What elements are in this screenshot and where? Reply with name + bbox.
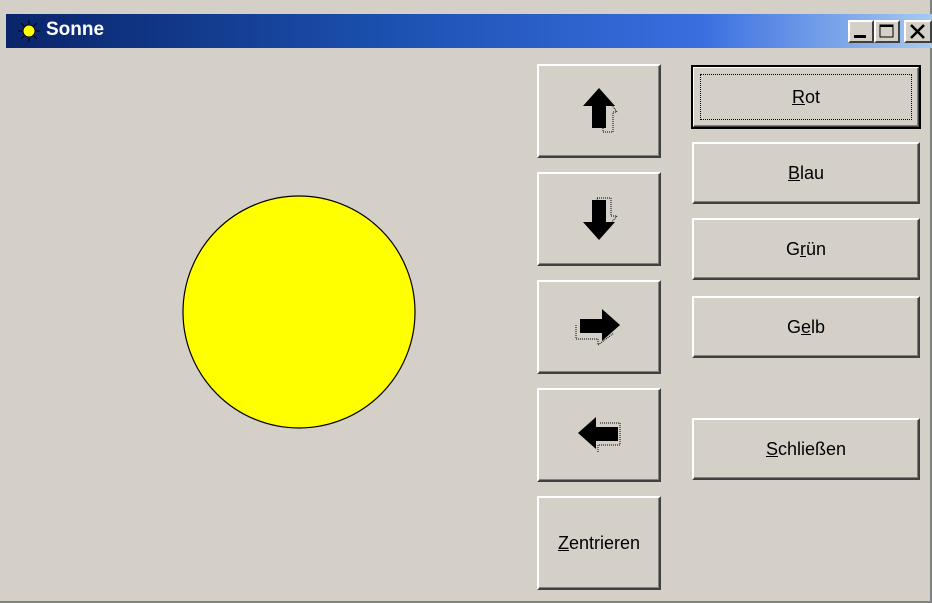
- center-button-label: Zentrieren: [557, 532, 641, 553]
- close-button[interactable]: [904, 20, 932, 43]
- close-dialog-button-label: Schließen: [765, 438, 847, 459]
- title-bar[interactable]: Sonne: [6, 14, 932, 48]
- green-button-label: Grün: [785, 238, 827, 259]
- move-down-button[interactable]: [537, 172, 661, 266]
- sun-circle: [182, 195, 416, 429]
- close-icon: [910, 24, 925, 39]
- window-title: Sonne: [46, 19, 105, 40]
- minimize-icon: [854, 35, 866, 38]
- arrow-right-icon: [575, 309, 620, 346]
- sun-icon: [18, 20, 40, 42]
- sonne-window: Sonne Zentrieren Rot Blau Grün Gelb Schl…: [0, 0, 932, 603]
- red-button[interactable]: Rot: [691, 65, 921, 129]
- yellow-button[interactable]: Gelb: [692, 296, 920, 358]
- blue-button-label: Blau: [787, 162, 825, 183]
- center-button[interactable]: Zentrieren: [537, 496, 661, 590]
- maximize-icon: [879, 24, 894, 38]
- arrow-up-icon: [583, 88, 618, 133]
- maximize-button[interactable]: [874, 20, 900, 43]
- focus-ring: [700, 74, 912, 120]
- arrow-left-icon: [578, 417, 621, 453]
- close-dialog-button[interactable]: Schließen: [692, 418, 920, 480]
- green-button[interactable]: Grün: [692, 218, 920, 280]
- drawing-canvas: [0, 48, 532, 601]
- blue-button[interactable]: Blau: [692, 142, 920, 204]
- move-left-button[interactable]: [537, 388, 661, 482]
- arrow-down-icon: [583, 197, 619, 240]
- move-up-button[interactable]: [537, 64, 661, 158]
- yellow-button-label: Gelb: [786, 316, 826, 337]
- minimize-button[interactable]: [848, 20, 874, 43]
- move-right-button[interactable]: [537, 280, 661, 374]
